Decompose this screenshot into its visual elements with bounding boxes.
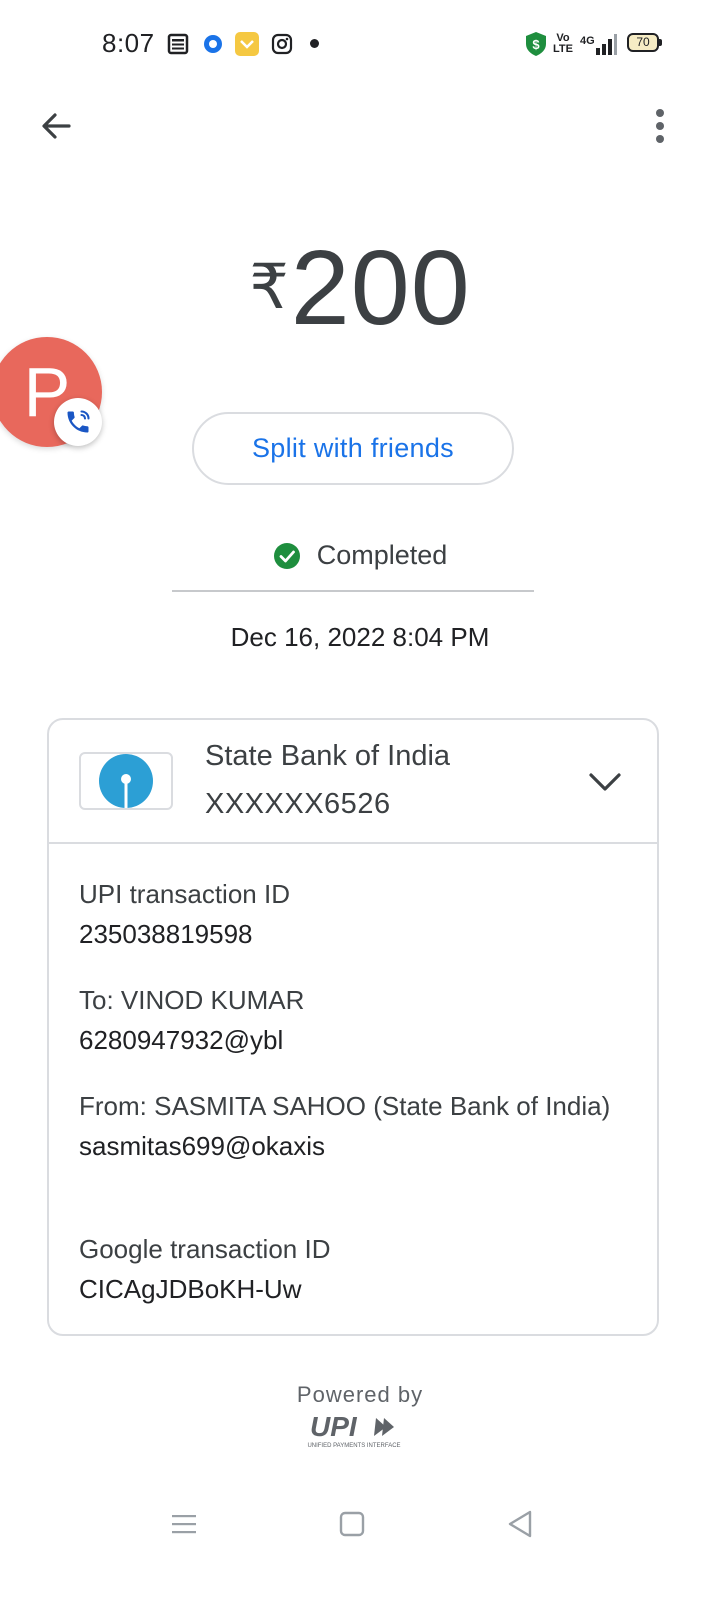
upi-logo: UPI UNIFIED PAYMENTS INTERFACE <box>307 1411 400 1449</box>
upi-transaction-id-block: UPI transaction ID 235038819598 <box>79 874 619 954</box>
chat-icon <box>234 30 260 58</box>
amount-value: 200 <box>290 229 471 347</box>
from-label: From: SASMITA SAHOO (State Bank of India… <box>79 1091 611 1121</box>
news-icon <box>166 30 190 58</box>
status-label: Completed <box>316 540 448 570</box>
sbi-logo-icon <box>99 754 153 808</box>
google-transaction-id-label: Google transaction ID <box>79 1234 331 1264</box>
status-time: 8:07 <box>102 28 155 58</box>
google-transaction-id-block: Google transaction ID CICAgJDBoKH-Uw <box>79 1229 619 1309</box>
payment-amount: ₹200 <box>0 228 720 349</box>
shield-icon: $ <box>524 30 548 58</box>
battery-icon: 70 <box>627 33 662 52</box>
split-with-friends-button[interactable]: Split with friends <box>192 412 514 485</box>
from-block: From: SASMITA SAHOO (State Bank of India… <box>79 1086 619 1166</box>
upi-logo-subtext: UNIFIED PAYMENTS INTERFACE <box>307 1443 400 1449</box>
signal-icon: 4G <box>578 30 618 58</box>
recents-button[interactable] <box>164 1504 204 1544</box>
status-bar: 8:07 $ Vo LTE 4G 70 <box>0 0 720 88</box>
upi-logo-text: UPI <box>310 1411 358 1442</box>
system-nav-bar <box>0 1490 720 1560</box>
volte-indicator: Vo LTE <box>553 32 573 55</box>
powered-by-text: Powered by <box>296 1382 424 1407</box>
transaction-status: Completed <box>0 540 720 571</box>
transaction-datetime: Dec 16, 2022 8:04 PM <box>230 622 490 652</box>
from-upi-id[interactable]: sasmitas699@okaxis <box>79 1126 619 1166</box>
svg-text:4G: 4G <box>580 35 595 47</box>
check-circle-icon <box>273 542 300 569</box>
to-upi-id[interactable]: 6280947932@ybl <box>79 1020 619 1060</box>
transaction-details-card: State Bank of India XXXXXX6526 UPI trans… <box>47 718 659 1336</box>
bank-account-header[interactable]: State Bank of India XXXXXX6526 <box>49 720 657 844</box>
triangle-back-icon <box>508 1510 532 1538</box>
menu-icon <box>172 1515 196 1534</box>
expand-button[interactable] <box>583 760 627 804</box>
arrow-back-icon <box>42 113 71 139</box>
call-badge[interactable] <box>54 398 102 446</box>
to-label: To: VINOD KUMAR <box>79 985 305 1015</box>
back-nav-button[interactable] <box>500 1504 540 1544</box>
more-options-button[interactable] <box>638 104 682 148</box>
upi-transaction-id-label: UPI transaction ID <box>79 879 290 909</box>
browser-icon <box>201 30 225 58</box>
google-transaction-id-value[interactable]: CICAgJDBoKH-Uw <box>79 1269 619 1309</box>
currency-symbol: ₹ <box>249 253 289 322</box>
home-button[interactable] <box>332 1504 372 1544</box>
divider <box>172 590 534 592</box>
svg-text:$: $ <box>532 37 540 52</box>
upi-transaction-id-value[interactable]: 235038819598 <box>79 914 619 954</box>
chevron-down-icon <box>589 773 621 791</box>
bank-account-number: XXXXXX6526 <box>205 788 391 820</box>
instagram-icon <box>270 30 294 58</box>
to-block: To: VINOD KUMAR 6280947932@ybl <box>79 980 619 1060</box>
bank-logo <box>79 752 173 810</box>
back-button[interactable] <box>34 104 78 148</box>
more-vert-icon <box>656 109 664 143</box>
notification-dot <box>310 39 319 48</box>
square-icon <box>339 1511 365 1537</box>
bank-name: State Bank of India <box>205 740 451 772</box>
phone-call-icon <box>67 410 90 433</box>
